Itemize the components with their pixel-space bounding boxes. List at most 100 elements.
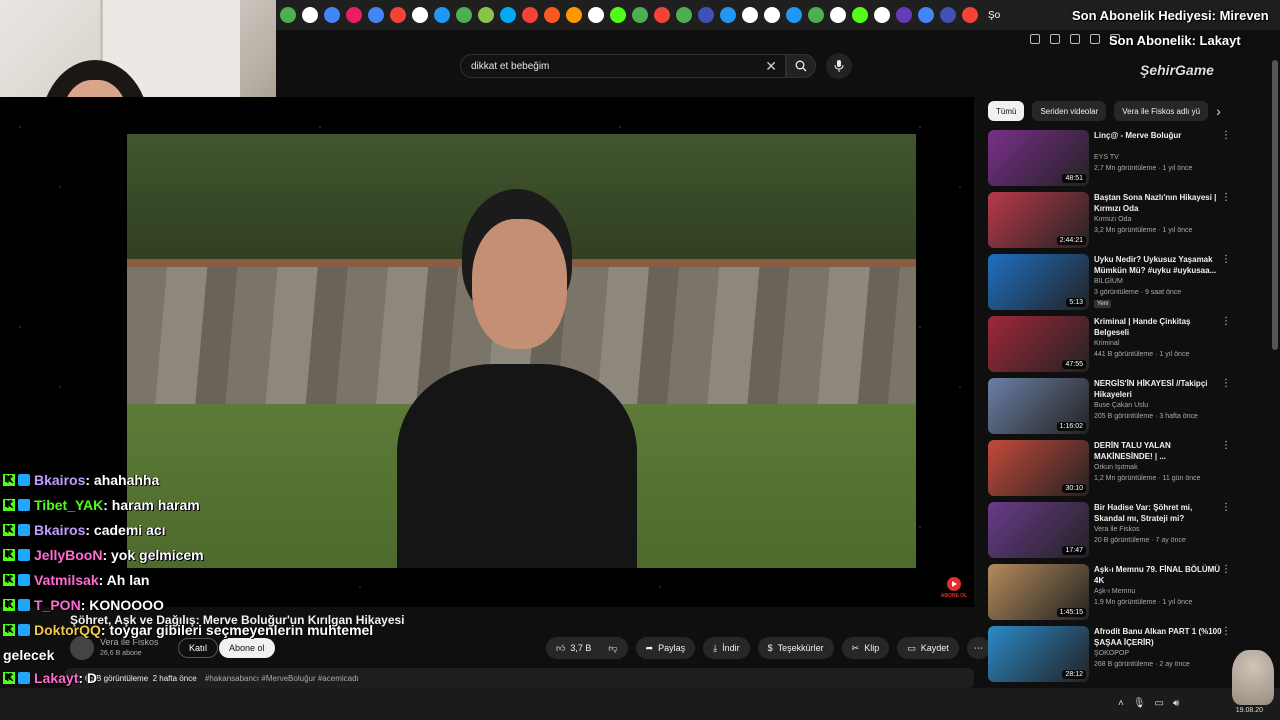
bookmark-favicon-icon[interactable] — [368, 7, 384, 23]
video-thumbnail[interactable]: 2:44:21 — [988, 192, 1089, 248]
recommended-channel[interactable]: Kriminal — [1094, 340, 1119, 347]
recommended-video[interactable]: 2:44:21 Baştan Sona Nazlı'nın Hikayesi | … — [988, 192, 1238, 248]
bookmark-favicon-icon[interactable] — [588, 7, 604, 23]
recommended-channel[interactable]: EYS TV — [1094, 154, 1119, 161]
recommended-title[interactable]: Bir Hadise Var: Şöhret mi, Skandal mı, S… — [1094, 502, 1224, 524]
bookmark-favicon-icon[interactable] — [764, 7, 780, 23]
bookmark-favicon-icon[interactable] — [500, 7, 516, 23]
more-vertical-icon[interactable]: ⋮ — [1221, 192, 1231, 203]
video-frame[interactable] — [127, 134, 916, 568]
like-button[interactable]: 👍︎ 3,7 B 👎︎ — [546, 637, 628, 659]
recommended-channel[interactable]: Orkun Işıtmak — [1094, 464, 1138, 471]
recommended-video[interactable]: 1:45:15 Aşk-ı Memnu 79. FİNAL BÖLÜMÜ 4K Aş… — [988, 564, 1238, 620]
dislike-icon[interactable]: 👎︎ — [608, 643, 617, 654]
bookmark-favicon-icon[interactable] — [940, 7, 956, 23]
bookmark-favicon-icon[interactable] — [478, 7, 494, 23]
recommended-channel[interactable]: BİLGİUM — [1094, 278, 1123, 285]
more-vertical-icon[interactable]: ⋮ — [1221, 316, 1231, 327]
bookmark-favicon-icon[interactable] — [324, 7, 340, 23]
bookmark-favicon-icon[interactable] — [566, 7, 582, 23]
recommended-title[interactable]: NERGİS'İN HİKAYESİ //Takipçi Hikayeleri — [1094, 378, 1224, 400]
recommended-video[interactable]: 28:12 Afrodit Banu Alkan PART 1 (%100 ŞAŞ… — [988, 626, 1238, 682]
video-thumbnail[interactable]: 5:13 — [988, 254, 1089, 310]
screenshot-icon[interactable] — [1050, 34, 1060, 44]
bookmark-favicon-icon[interactable] — [896, 7, 912, 23]
recommended-title[interactable]: Kriminal | Hande Çinkitaş Belgeseli — [1094, 316, 1224, 338]
sidebar-scrollbar[interactable] — [1272, 60, 1278, 350]
video-thumbnail[interactable]: 17:47 — [988, 502, 1089, 558]
recommended-video[interactable]: 5:13 Uyku Nedir? Uykusuz Yaşamak Mümkün M… — [988, 254, 1238, 310]
video-thumbnail[interactable]: 48:51 — [988, 130, 1089, 186]
video-thumbnail[interactable]: 28:12 — [988, 626, 1089, 682]
more-vertical-icon[interactable]: ⋮ — [1221, 564, 1231, 575]
save-button[interactable]: ▭ Kaydet — [897, 637, 959, 659]
bookmark-favicon-icon[interactable] — [412, 7, 428, 23]
video-thumbnail[interactable]: 47:55 — [988, 316, 1089, 372]
bookmark-favicon-icon[interactable] — [346, 7, 362, 23]
chevron-right-icon[interactable]: › — [1216, 103, 1221, 119]
tray-volume-icon[interactable]: 🔊︎ — [1173, 698, 1179, 709]
share-button[interactable]: ➦ Paylaş — [635, 637, 696, 659]
bookmark-favicon-icon[interactable] — [544, 7, 560, 23]
recommended-channel[interactable]: Kırmızı Oda — [1094, 216, 1131, 223]
bookmark-favicon-icon[interactable] — [852, 7, 868, 23]
recommended-channel[interactable]: ŞOKOPOP — [1094, 650, 1129, 657]
pocket-icon[interactable] — [1090, 34, 1100, 44]
more-vertical-icon[interactable]: ⋮ — [1221, 440, 1231, 451]
subscribe-badge-icon[interactable]: ABONE OL — [940, 575, 968, 603]
zoom-icon[interactable] — [1030, 34, 1040, 44]
video-thumbnail[interactable]: 1:16:02 — [988, 378, 1089, 434]
more-vertical-icon[interactable]: ⋮ — [1221, 254, 1231, 265]
recommended-title[interactable]: Uyku Nedir? Uykusuz Yaşamak Mümkün Mü? #… — [1094, 254, 1224, 276]
extension-icon[interactable] — [1070, 34, 1080, 44]
more-vertical-icon[interactable]: ⋮ — [1221, 130, 1231, 141]
recommended-video[interactable]: 30:10 DERİN TALU YALAN MAKİNESİNDE! | ...… — [988, 440, 1238, 496]
search-button[interactable] — [786, 54, 816, 78]
channel-name[interactable]: Vera ile Fiskos — [100, 637, 159, 647]
bookmark-favicon-icon[interactable] — [522, 7, 538, 23]
hashtags[interactable]: #hakansabancı #MerveBoluğur #acemicadı — [205, 674, 359, 683]
clip-button[interactable]: ✂ Klip — [841, 637, 890, 659]
more-actions-button[interactable]: ⋯ — [966, 637, 990, 659]
recommended-title[interactable]: Linç@ - Merve Boluğur — [1094, 130, 1224, 141]
description-box[interactable]: 65 B görüntüleme 2 hafta önce #hakansaba… — [65, 668, 974, 688]
video-thumbnail[interactable]: 30:10 — [988, 440, 1089, 496]
voice-search-button[interactable] — [826, 53, 852, 79]
recommended-channel[interactable]: Vera ile Fiskos — [1094, 526, 1140, 533]
search-input[interactable]: dikkat et bebeğim ✕ — [460, 54, 786, 78]
recommended-channel[interactable]: Aşk-ı Memnu — [1094, 588, 1135, 595]
recommended-channel[interactable]: Buse Çakan Uslu — [1094, 402, 1148, 409]
bookmark-favicon-icon[interactable] — [830, 7, 846, 23]
bookmark-favicon-icon[interactable] — [676, 7, 692, 23]
bookmark-favicon-icon[interactable] — [720, 7, 736, 23]
recommended-title[interactable]: Aşk-ı Memnu 79. FİNAL BÖLÜMÜ 4K — [1094, 564, 1224, 586]
bookmark-favicon-icon[interactable] — [632, 7, 648, 23]
thanks-button[interactable]: $ Teşekkürler — [757, 637, 834, 659]
bookmark-favicon-icon[interactable] — [302, 7, 318, 23]
recommended-video[interactable]: 47:55 Kriminal | Hande Çinkitaş Belgeseli… — [988, 316, 1238, 372]
recommended-video[interactable]: 17:47 Bir Hadise Var: Şöhret mi, Skandal … — [988, 502, 1238, 558]
bookmark-favicon-icon[interactable] — [918, 7, 934, 23]
bookmark-favicon-icon[interactable] — [742, 7, 758, 23]
bookmark-favicon-icon[interactable] — [280, 7, 296, 23]
tray-mic-icon[interactable]: 🎙︎ — [1133, 698, 1146, 709]
recommended-title[interactable]: Baştan Sona Nazlı'nın Hikayesi | Kırmızı… — [1094, 192, 1224, 214]
recommended-video[interactable]: 1:16:02 NERGİS'İN HİKAYESİ //Takipçi Hika… — [988, 378, 1238, 434]
recommended-title[interactable]: Afrodit Banu Alkan PART 1 (%100 ŞAŞAA İÇ… — [1094, 626, 1224, 648]
bookmark-favicon-icon[interactable] — [808, 7, 824, 23]
video-thumbnail[interactable]: 1:45:15 — [988, 564, 1089, 620]
bookmark-favicon-icon[interactable] — [390, 7, 406, 23]
tray-network-icon[interactable]: ▭ — [1155, 698, 1164, 709]
download-button[interactable]: ⤓ İndir — [703, 637, 750, 659]
subscribe-button[interactable]: Abone ol — [219, 638, 275, 658]
channel-avatar[interactable] — [70, 636, 94, 660]
tray-chevron-icon[interactable]: ˄ — [1118, 698, 1124, 709]
recommended-video[interactable]: 48:51 Linç@ - Merve Boluğur EYS TV 2,7 Mn g… — [988, 130, 1238, 186]
bookmark-favicon-icon[interactable] — [874, 7, 890, 23]
clear-search-icon[interactable]: ✕ — [765, 58, 777, 75]
filter-chip[interactable]: Vera ile Fiskos adlı yü — [1114, 101, 1209, 121]
more-vertical-icon[interactable]: ⋮ — [1221, 502, 1231, 513]
filter-chip[interactable]: Seriden videolar — [1032, 101, 1107, 121]
bookmark-favicon-icon[interactable] — [610, 7, 626, 23]
bookmark-favicon-icon[interactable] — [456, 7, 472, 23]
